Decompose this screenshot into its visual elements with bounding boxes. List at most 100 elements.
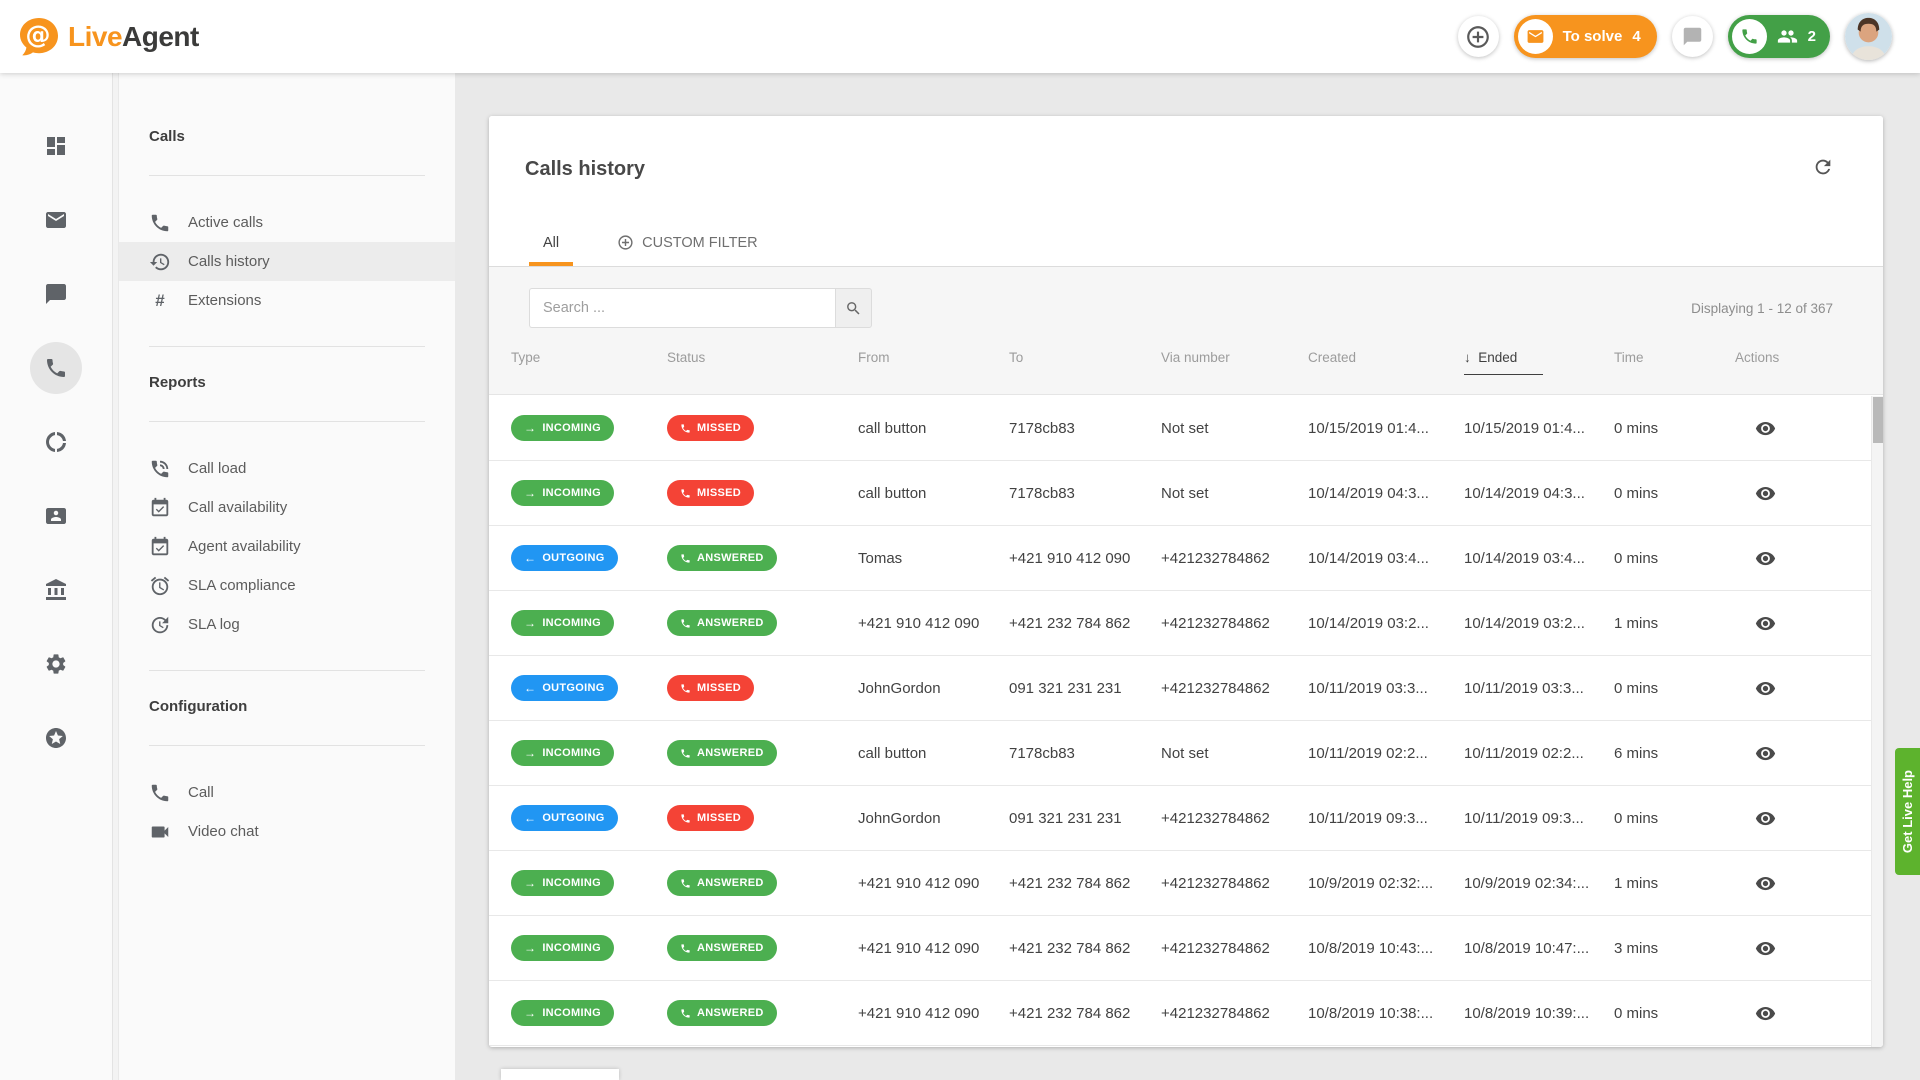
cell-time: 0 mins (1614, 550, 1735, 567)
view-call-button[interactable] (1752, 870, 1778, 896)
view-call-button[interactable] (1752, 1000, 1778, 1026)
table-row[interactable]: ←OUTGOING MISSED JohnGordon 091 321 231 … (489, 656, 1871, 721)
add-new-button[interactable] (1458, 16, 1499, 57)
direction-arrow-icon: → (524, 422, 536, 434)
column-header-actions[interactable]: Actions (1735, 350, 1883, 365)
search-box (529, 288, 872, 328)
rail-item-settings[interactable] (30, 638, 82, 690)
cell-status: ANSWERED (667, 545, 858, 571)
rail-item-dashboard[interactable] (30, 120, 82, 172)
direction-arrow-icon: ← (524, 552, 536, 564)
cell-to: +421 232 784 862 (1009, 615, 1161, 632)
rail-item-mail[interactable] (30, 194, 82, 246)
sidebar-item-video-chat[interactable]: Video chat (119, 812, 455, 851)
sidebar-item-agent-availability[interactable]: Agent availability (119, 527, 455, 566)
answered-badge: ANSWERED (667, 870, 777, 896)
view-call-button[interactable] (1752, 740, 1778, 766)
logo-text: LiveAgent (68, 21, 199, 53)
column-header-type[interactable]: Type (511, 350, 667, 365)
column-header-time[interactable]: Time (1614, 350, 1735, 365)
view-call-button[interactable] (1752, 480, 1778, 506)
table-row[interactable]: →INCOMING ANSWERED call button 7178cb83 … (489, 721, 1871, 786)
view-call-button[interactable] (1752, 935, 1778, 961)
sidebar-item-call-load[interactable]: Call load (119, 449, 455, 488)
view-call-button[interactable] (1752, 675, 1778, 701)
sidebar-item-active-calls[interactable]: Active calls (119, 203, 455, 242)
view-call-button[interactable] (1752, 805, 1778, 831)
column-header-via-number[interactable]: Via number (1161, 350, 1308, 365)
nav-items: Call Video chat (119, 773, 455, 851)
sidebar-item-extensions[interactable]: #Extensions (119, 281, 455, 320)
logo-live: Live (68, 21, 122, 52)
cell-to: 7178cb83 (1009, 745, 1161, 762)
table-row[interactable]: →INCOMING MISSED call button 7178cb83 No… (489, 396, 1871, 461)
cell-actions (1735, 415, 1871, 441)
table-row[interactable]: ←OUTGOING ANSWERED Tomas +421 910 412 09… (489, 526, 1871, 591)
table-row[interactable]: →INCOMING ANSWERED +421 910 412 090 +421… (489, 981, 1871, 1046)
refresh-button[interactable] (1808, 152, 1838, 182)
column-header-status[interactable]: Status (667, 350, 858, 365)
cell-status: MISSED (667, 415, 858, 441)
table-row[interactable]: →INCOMING ANSWERED +421 910 412 090 +421… (489, 916, 1871, 981)
column-header-created[interactable]: Created (1308, 350, 1464, 365)
sidebar-item-label: Call (188, 784, 214, 801)
cell-created: 10/11/2019 09:3... (1308, 810, 1464, 827)
column-header-ended[interactable]: ↓ Ended (1464, 350, 1614, 365)
table-row[interactable]: →INCOMING ANSWERED +421 910 412 090 +421… (489, 591, 1871, 656)
get-live-help-tab[interactable]: Get Live Help (1895, 748, 1920, 875)
rail-item-contact-card[interactable] (30, 490, 82, 542)
user-avatar[interactable] (1845, 13, 1892, 60)
chats-button[interactable] (1672, 16, 1713, 57)
sidebar-item-calls-history[interactable]: Calls history (119, 242, 455, 281)
rail-item-star-circle[interactable] (30, 712, 82, 764)
cell-type: →INCOMING (511, 480, 667, 506)
view-call-button[interactable] (1752, 545, 1778, 571)
star-circle-icon (44, 726, 68, 750)
to-solve-button[interactable]: To solve 4 (1514, 15, 1657, 58)
search-input[interactable] (529, 288, 835, 328)
dashboard-icon (44, 134, 68, 158)
tab-all[interactable]: All (529, 235, 573, 266)
cell-status: ANSWERED (667, 1000, 858, 1026)
search-button[interactable] (835, 288, 872, 328)
cell-created: 10/14/2019 03:4... (1308, 550, 1464, 567)
sidebar-item-call[interactable]: Call (119, 773, 455, 812)
cell-from: call button (858, 745, 1009, 762)
cell-ended: 10/11/2019 03:3... (1464, 680, 1614, 697)
rail-item-chat[interactable] (30, 268, 82, 320)
scrollbar-thumb[interactable] (1873, 397, 1883, 443)
cell-type: ←OUTGOING (511, 805, 667, 831)
agents-online-button[interactable]: 2 (1728, 15, 1830, 58)
cell-time: 0 mins (1614, 420, 1735, 437)
nav-items: Active calls Calls history #Extensions (119, 203, 455, 320)
rail-item-phone[interactable] (30, 342, 82, 394)
table-row[interactable]: →INCOMING ANSWERED +421 910 412 090 +421… (489, 851, 1871, 916)
nav-divider (149, 421, 425, 422)
rail-item-company[interactable] (30, 564, 82, 616)
top-header: @ LiveAgent To solve 4 2 (0, 0, 1920, 73)
sidebar-item-sla-log[interactable]: SLA log (119, 605, 455, 644)
to-solve-count: 4 (1632, 28, 1640, 45)
table-row[interactable]: →INCOMING MISSED call button 7178cb83 No… (489, 461, 1871, 526)
cell-status: MISSED (667, 480, 858, 506)
cell-actions (1735, 870, 1871, 896)
rail-item-reports-donut[interactable] (30, 416, 82, 468)
table-row[interactable]: ←OUTGOING MISSED JohnGordon 091 321 231 … (489, 786, 1871, 851)
sidebar-item-call-availability[interactable]: Call availability (119, 488, 455, 527)
page-title: Calls history (525, 158, 645, 181)
cell-type: →INCOMING (511, 1000, 667, 1026)
column-header-to[interactable]: To (1009, 350, 1161, 365)
sidebar-item-sla-compliance[interactable]: SLA compliance (119, 566, 455, 605)
cell-from: +421 910 412 090 (858, 1005, 1009, 1022)
cell-actions (1735, 610, 1871, 636)
cell-via-number: Not set (1161, 420, 1308, 437)
cell-to: 091 321 231 231 (1009, 680, 1161, 697)
view-call-button[interactable] (1752, 415, 1778, 441)
cell-actions (1735, 805, 1871, 831)
tab-custom-filter[interactable]: CUSTOM FILTER (603, 234, 771, 266)
cell-created: 10/8/2019 10:38:... (1308, 1005, 1464, 1022)
view-call-button[interactable] (1752, 610, 1778, 636)
cell-from: JohnGordon (858, 810, 1009, 827)
table-scrollbar[interactable] (1871, 396, 1883, 1047)
column-header-from[interactable]: From (858, 350, 1009, 365)
